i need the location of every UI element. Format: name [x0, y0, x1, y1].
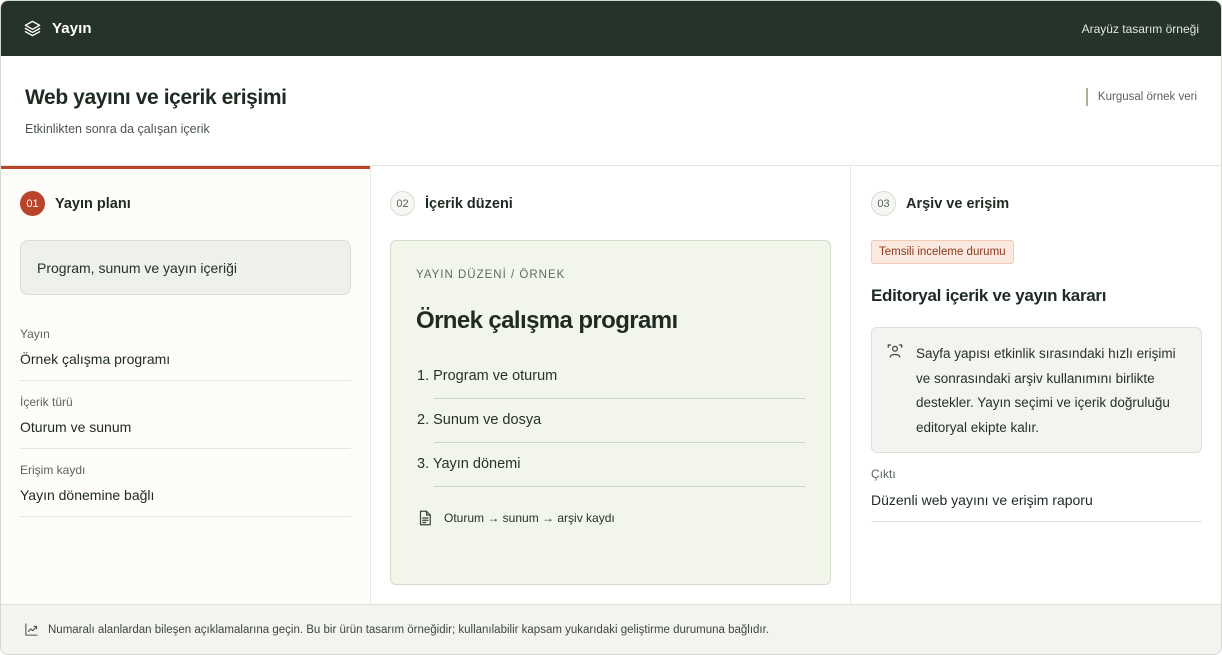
field-value: Oturum ve sunum [20, 419, 132, 435]
field-label: İçerik türü [20, 395, 73, 409]
step-header: 01 Yayın planı [20, 191, 351, 216]
step-title: Arşiv ve erişim [906, 195, 1010, 212]
field-label: Yayın [20, 327, 50, 341]
list-item: 1. Program ve oturum [417, 355, 805, 399]
preview-title: Örnek çalışma programı [416, 307, 678, 334]
footer-text: Numaralı alanlardan bileşen açıklamaları… [48, 623, 770, 636]
note-text: Sayfa yapısı etkinlik sırasındaki hızlı … [916, 346, 1176, 435]
content-summary-box: Program, sunum ve yayın içeriği [20, 240, 351, 295]
archive-flow-text: Oturum → sunum → arşiv kaydı [444, 511, 615, 525]
archive-flow: Oturum → sunum → arşiv kaydı [416, 509, 805, 527]
field-label: Erişim kaydı [20, 463, 86, 477]
step-panel-archive-access[interactable]: 03 Arşiv ve erişim Temsili inceleme duru… [851, 166, 1221, 606]
field-value: Yayın dönemine bağlı [20, 487, 155, 503]
editorial-note: Sayfa yapısı etkinlik sırasındaki hızlı … [871, 327, 1202, 453]
top-bar: Yayın Arayüz tasarım örneği [1, 1, 1221, 56]
step-header: 03 Arşiv ve erişim [871, 191, 1202, 216]
step-title: İçerik düzeni [425, 195, 513, 212]
step-panel-content-layout[interactable]: 02 İçerik düzeni YAYIN DÜZENİ / ÖRNEK Ör… [370, 166, 851, 606]
field-content-type: İçerik türü Oturum ve sunum [20, 395, 351, 449]
trend-chart-icon [24, 622, 39, 637]
field-list: Yayın Örnek çalışma programı İçerik türü… [20, 327, 351, 517]
preview-kicker: YAYIN DÜZENİ / ÖRNEK [416, 269, 566, 281]
app-frame: Yayın Arayüz tasarım örneği Web yayını v… [0, 0, 1222, 655]
field-value: Örnek çalışma programı [20, 351, 171, 367]
step-header: 02 İçerik düzeni [390, 191, 831, 216]
decision-title: Editoryal içerik ve yayın kararı [871, 286, 1107, 305]
sample-data-badge: Kurgusal örnek veri [1085, 88, 1197, 106]
document-icon [416, 509, 434, 527]
layers-icon [23, 19, 42, 38]
footer-bar: Numaralı alanlardan bileşen açıklamaları… [1, 604, 1221, 654]
field-publication: Yayın Örnek çalışma programı [20, 327, 351, 381]
person-icon [886, 342, 904, 360]
brand[interactable]: Yayın [23, 19, 92, 38]
page-header: Web yayını ve içerik erişimi Etkinlikten… [1, 56, 1221, 166]
list-item: 2. Sunum ve dosya [417, 399, 805, 443]
list-item: 3. Yayın dönemi [417, 443, 805, 487]
output-label: Çıktı [871, 467, 896, 481]
output-value: Düzenli web yayını ve erişim raporu [871, 492, 1202, 522]
step-number: 01 [20, 191, 45, 216]
layout-preview-card: YAYIN DÜZENİ / ÖRNEK Örnek çalışma progr… [390, 240, 831, 585]
page-title: Web yayını ve içerik erişimi [25, 86, 287, 109]
brand-label: Yayın [52, 20, 92, 37]
preview-list: 1. Program ve oturum 2. Sunum ve dosya 3… [416, 355, 805, 487]
step-panel-publication-plan[interactable]: 01 Yayın planı Program, sunum ve yayın i… [1, 166, 370, 606]
topbar-caption: Arayüz tasarım örneği [1081, 21, 1199, 36]
page-subtitle: Etkinlikten sonra da çalışan içerik [25, 122, 210, 136]
step-number: 03 [871, 191, 896, 216]
field-access-record: Erişim kaydı Yayın dönemine bağlı [20, 463, 351, 517]
status-badge: Temsili inceleme durumu [871, 240, 1014, 264]
step-title: Yayın planı [55, 195, 131, 212]
step-number: 02 [390, 191, 415, 216]
steps-columns: 01 Yayın planı Program, sunum ve yayın i… [1, 166, 1221, 606]
